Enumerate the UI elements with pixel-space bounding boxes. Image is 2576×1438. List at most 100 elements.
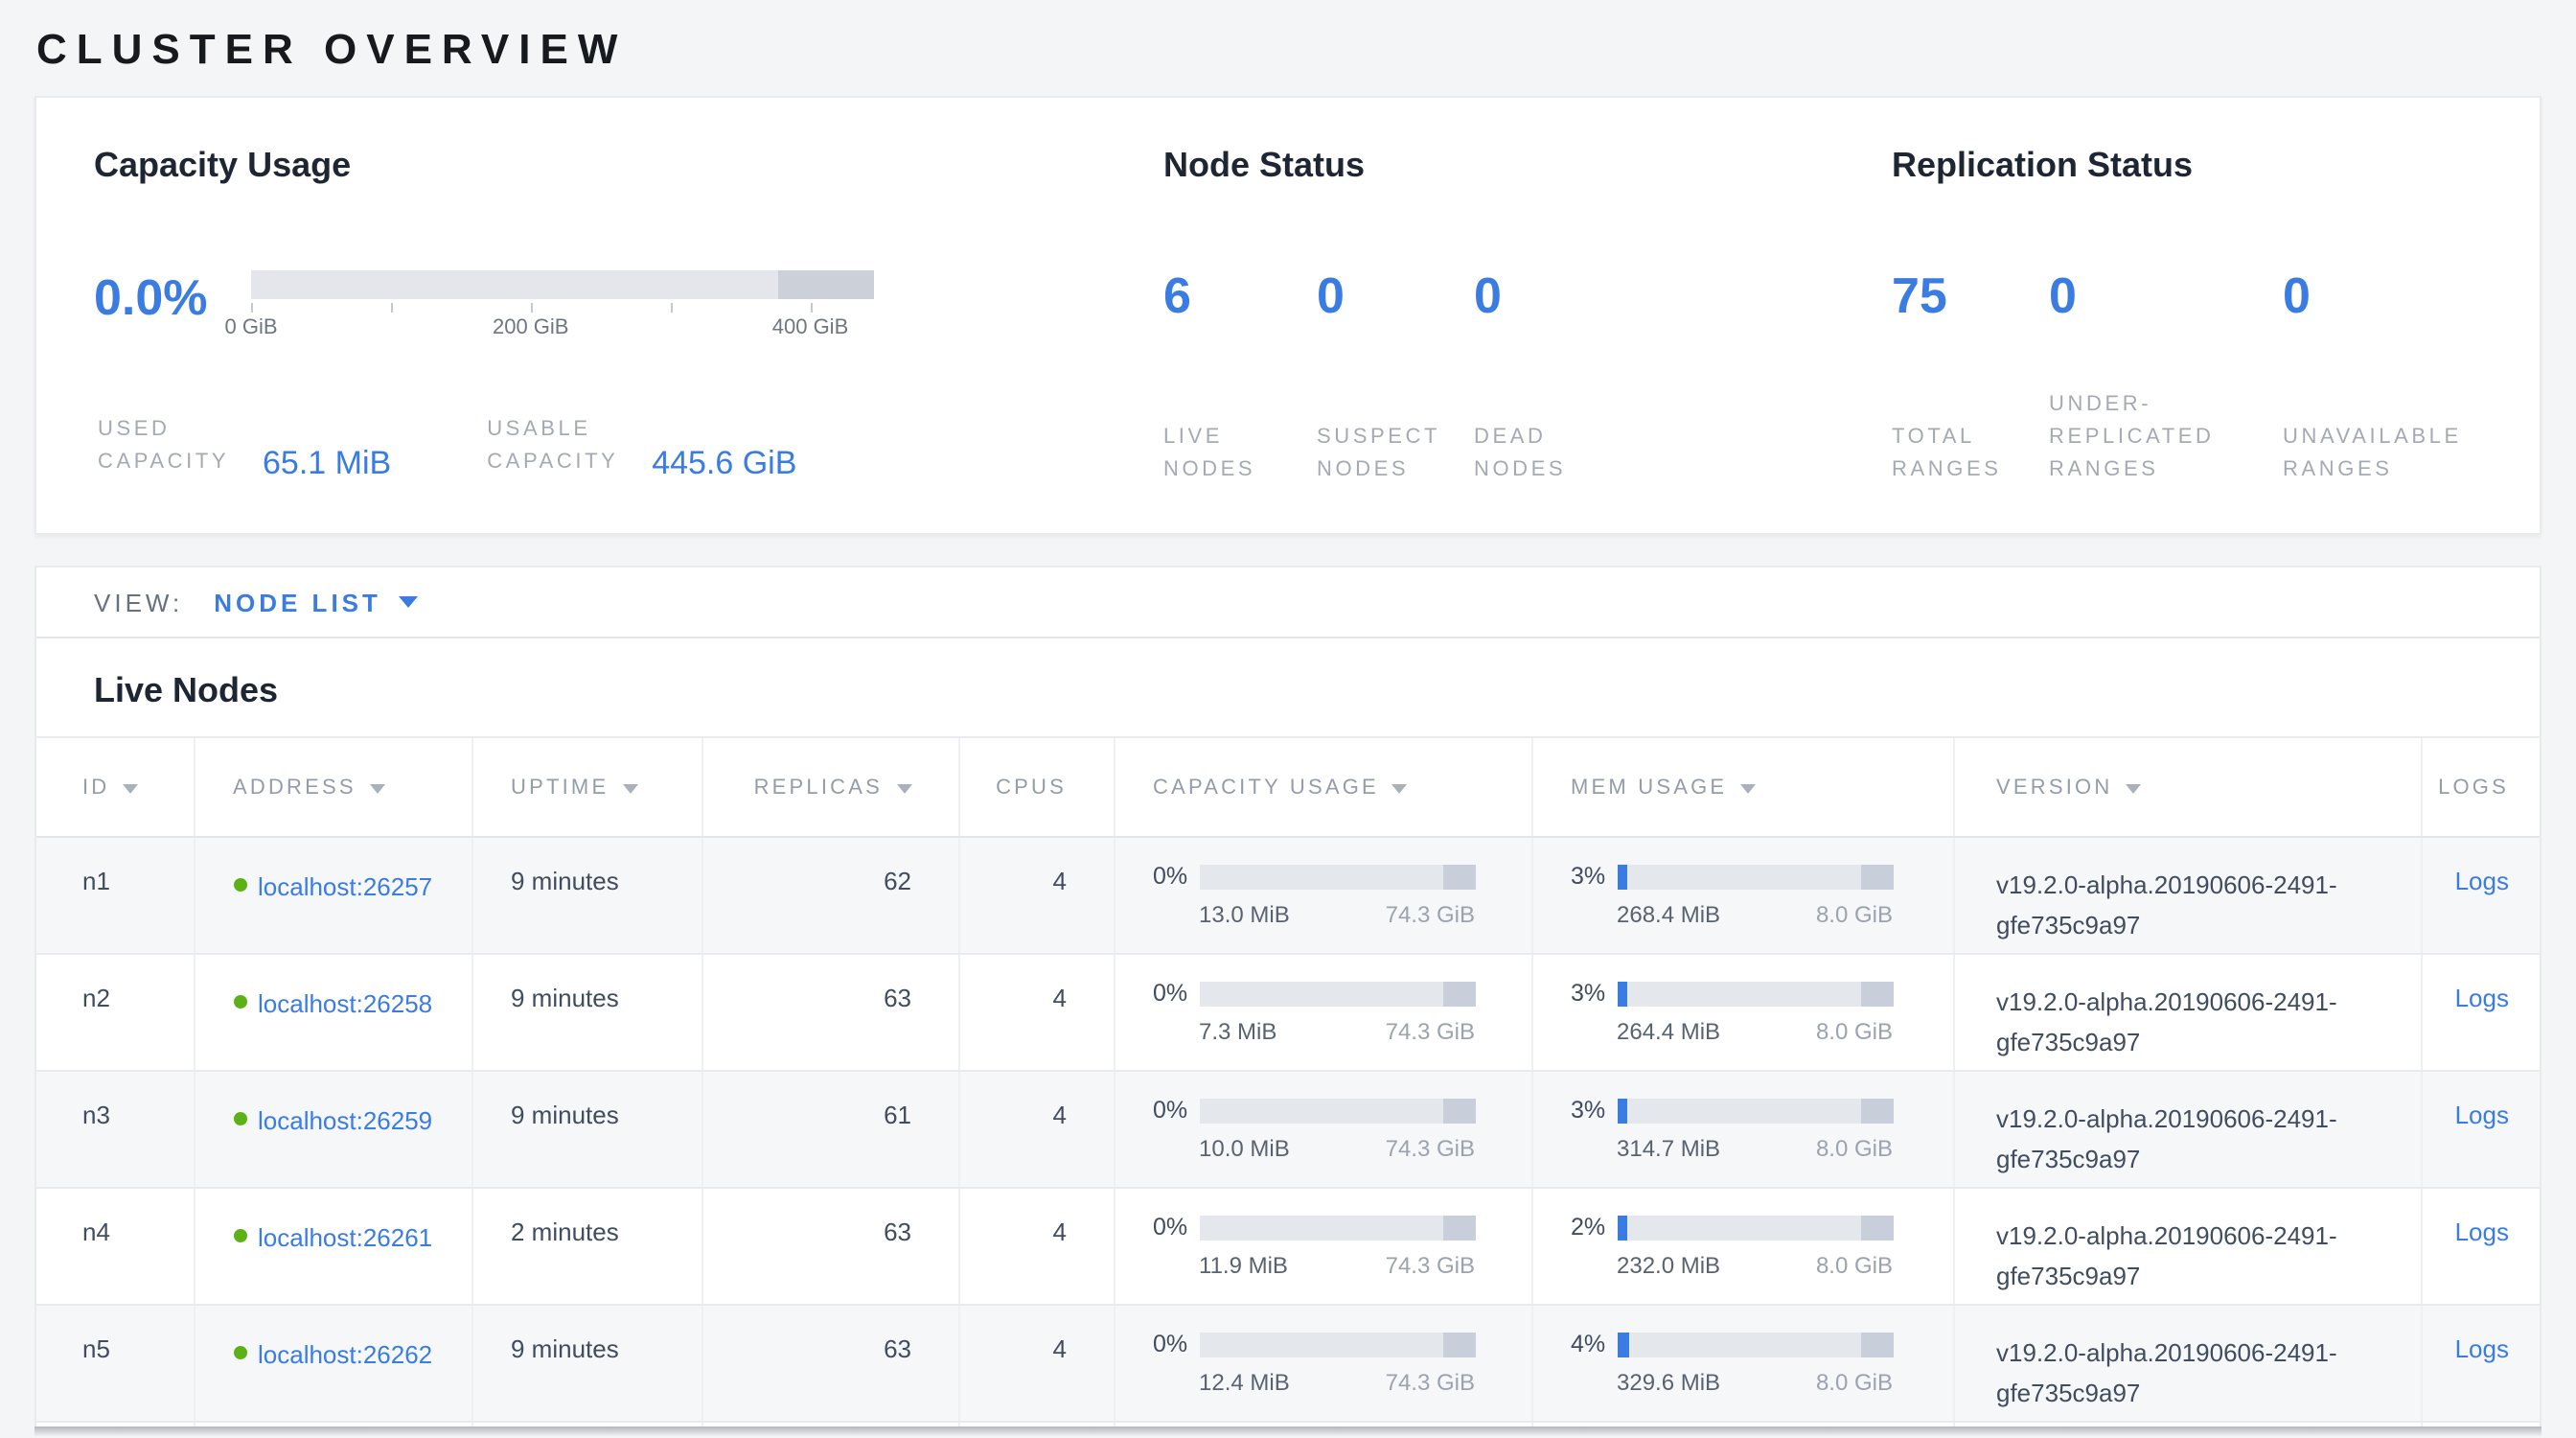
node-address-link[interactable]: localhost:26257 bbox=[258, 867, 446, 907]
capacity-percent-value: 0% bbox=[1153, 1097, 1199, 1124]
node-logs-cell: Logs bbox=[2421, 1188, 2540, 1305]
axis-tick bbox=[671, 303, 673, 313]
node-memory-cell: 3% 264.4 MiB 8.0 GiB bbox=[1531, 954, 1953, 1071]
capacity-usage-bar bbox=[1199, 1098, 1475, 1123]
memory-used-value: 314.7 MiB bbox=[1617, 1135, 1720, 1162]
column-header-version[interactable]: VERSION bbox=[1953, 737, 2421, 837]
view-mode-dropdown[interactable]: NODE LIST bbox=[214, 588, 418, 616]
live-nodes-label: LIVE NODES bbox=[1163, 422, 1313, 487]
live-nodes-stat: 6 LIVE NODES bbox=[1163, 270, 1317, 487]
node-address-cell: localhost:26262 bbox=[194, 1305, 472, 1422]
node-memory-cell: 3% 314.7 MiB 8.0 GiB bbox=[1531, 1071, 1953, 1188]
node-cpus-cell: 4 bbox=[958, 1071, 1114, 1188]
memory-bar-other-data bbox=[1860, 1332, 1893, 1357]
column-header-id[interactable]: ID bbox=[36, 737, 194, 837]
unavailable-ranges-stat: 0 UNAVAILABLE RANGES bbox=[2283, 270, 2482, 487]
column-header-uptime[interactable]: UPTIME bbox=[472, 737, 702, 837]
node-id-cell: n3 bbox=[36, 1071, 194, 1188]
replication-status-section: Replication Status 75 TOTAL RANGES 0 UND… bbox=[1892, 146, 2482, 533]
usable-capacity-value: 445.6 GiB bbox=[652, 445, 796, 483]
capacity-gauge: 0.0% 0 GiB 200 GiB 400 GiB bbox=[94, 270, 1163, 362]
capacity-bar-chart: 0 GiB 200 GiB 400 GiB bbox=[251, 270, 874, 362]
node-uptime-cell: 9 minutes bbox=[472, 837, 702, 954]
sort-arrow-icon bbox=[622, 783, 637, 793]
capacity-percent-value: 0% bbox=[1153, 1331, 1199, 1357]
capacity-usage-bar bbox=[1199, 1332, 1475, 1357]
node-capacity-cell: 0% 12.4 MiB 74.3 GiB bbox=[1114, 1305, 1531, 1422]
column-header-replicas[interactable]: REPLICAS bbox=[702, 737, 958, 837]
node-logs-link[interactable]: Logs bbox=[2455, 984, 2509, 1012]
memory-bar-other-data bbox=[1860, 1215, 1893, 1240]
node-logs-link[interactable]: Logs bbox=[2455, 1218, 2509, 1246]
node-memory-cell: 2% 232.0 MiB 8.0 GiB bbox=[1531, 1188, 1953, 1305]
node-address-cell: localhost:26261 bbox=[194, 1188, 472, 1305]
used-capacity-value: 65.1 MiB bbox=[263, 445, 391, 483]
node-address-link[interactable]: localhost:26258 bbox=[258, 984, 446, 1024]
live-nodes-heading: Live Nodes bbox=[36, 638, 2540, 736]
replication-status-heading: Replication Status bbox=[1892, 146, 2482, 186]
node-status-section: Node Status 6 LIVE NODES 0 SUSPECT NODES… bbox=[1163, 146, 1892, 533]
node-memory-cell: 4% 329.6 MiB 8.0 GiB bbox=[1531, 1305, 1953, 1422]
column-header-mem-usage[interactable]: MEM USAGE bbox=[1531, 737, 1953, 837]
total-ranges-stat: 75 TOTAL RANGES bbox=[1892, 270, 2049, 487]
column-header-cpus: CPUS bbox=[958, 737, 1114, 837]
node-replicas-cell: 63 bbox=[702, 954, 958, 1071]
memory-total-value: 8.0 GiB bbox=[1816, 1252, 1893, 1279]
usable-capacity-stat: USABLE CAPACITY 445.6 GiB bbox=[487, 414, 796, 479]
memory-total-value: 8.0 GiB bbox=[1816, 1018, 1893, 1045]
capacity-bar-other-data bbox=[1442, 1332, 1475, 1357]
node-address-cell: localhost:26258 bbox=[194, 954, 472, 1071]
suspect-nodes-stat: 0 SUSPECT NODES bbox=[1317, 270, 1474, 487]
suspect-nodes-label: SUSPECT NODES bbox=[1317, 422, 1466, 487]
node-logs-link[interactable]: Logs bbox=[2455, 867, 2509, 895]
under-replicated-label: UNDER-REPLICATED RANGES bbox=[2049, 389, 2248, 487]
node-address-link[interactable]: localhost:26261 bbox=[258, 1218, 446, 1258]
node-cpus-cell: 4 bbox=[958, 1188, 1114, 1305]
capacity-usage-bar bbox=[1199, 1215, 1475, 1240]
node-uptime-cell: 9 minutes bbox=[472, 1305, 702, 1422]
memory-bar-fill bbox=[1617, 981, 1626, 1006]
node-address-link[interactable]: localhost:26259 bbox=[258, 1101, 446, 1141]
node-memory-cell: 3% 268.4 MiB 8.0 GiB bbox=[1531, 837, 1953, 954]
node-logs-link[interactable]: Logs bbox=[2455, 1334, 2509, 1363]
node-id-cell: n5 bbox=[36, 1305, 194, 1422]
axis-tick-label: 200 GiB bbox=[493, 316, 569, 339]
memory-usage-bar bbox=[1617, 1215, 1893, 1240]
column-header-address[interactable]: ADDRESS bbox=[194, 737, 472, 837]
capacity-usage-bar bbox=[1199, 864, 1475, 889]
capacity-percent-value: 0% bbox=[1153, 980, 1199, 1007]
dead-nodes-label: DEAD NODES bbox=[1474, 422, 1623, 487]
capacity-total-value: 74.3 GiB bbox=[1386, 1252, 1475, 1279]
dead-nodes-count: 0 bbox=[1474, 270, 1623, 320]
node-address-link[interactable]: localhost:26262 bbox=[258, 1334, 446, 1375]
axis-tick bbox=[531, 303, 533, 313]
live-nodes-table: ID ADDRESS UPTIME REPLICAS CPUS CAPACITY… bbox=[36, 736, 2540, 1426]
unavailable-label: UNAVAILABLE RANGES bbox=[2283, 422, 2482, 487]
memory-bar-fill bbox=[1617, 1215, 1626, 1240]
capacity-total-value: 74.3 GiB bbox=[1386, 1135, 1475, 1162]
capacity-percent-value: 0% bbox=[1153, 863, 1199, 890]
node-logs-cell: Logs bbox=[2421, 954, 2540, 1071]
memory-usage-bar bbox=[1617, 1098, 1893, 1123]
node-capacity-cell: 0% 13.0 MiB 74.3 GiB bbox=[1114, 837, 1531, 954]
node-uptime-cell: 2 minutes bbox=[472, 1188, 702, 1305]
memory-percent-value: 3% bbox=[1571, 980, 1617, 1007]
memory-usage-bar bbox=[1617, 1332, 1893, 1357]
node-live-dot-icon bbox=[233, 1346, 246, 1359]
node-logs-link[interactable]: Logs bbox=[2455, 1101, 2509, 1129]
node-list-card: VIEW: NODE LIST Live Nodes ID ADDRESS UP… bbox=[34, 566, 2542, 1426]
memory-bar-fill bbox=[1617, 1098, 1626, 1123]
node-address-cell: localhost:26257 bbox=[194, 837, 472, 954]
memory-bar-fill bbox=[1617, 864, 1626, 889]
capacity-percent-value: 0% bbox=[1153, 1214, 1199, 1241]
suspect-nodes-count: 0 bbox=[1317, 270, 1474, 320]
memory-bar-other-data bbox=[1860, 864, 1893, 889]
capacity-bar-track bbox=[251, 270, 874, 299]
total-ranges-count: 75 bbox=[1892, 270, 2049, 320]
capacity-usage-heading: Capacity Usage bbox=[94, 146, 1163, 186]
memory-total-value: 8.0 GiB bbox=[1816, 901, 1893, 928]
node-id-cell: n4 bbox=[36, 1188, 194, 1305]
capacity-usage-bar bbox=[1199, 981, 1475, 1006]
capacity-bar-other-data bbox=[778, 270, 874, 299]
column-header-capacity-usage[interactable]: CAPACITY USAGE bbox=[1114, 737, 1531, 837]
